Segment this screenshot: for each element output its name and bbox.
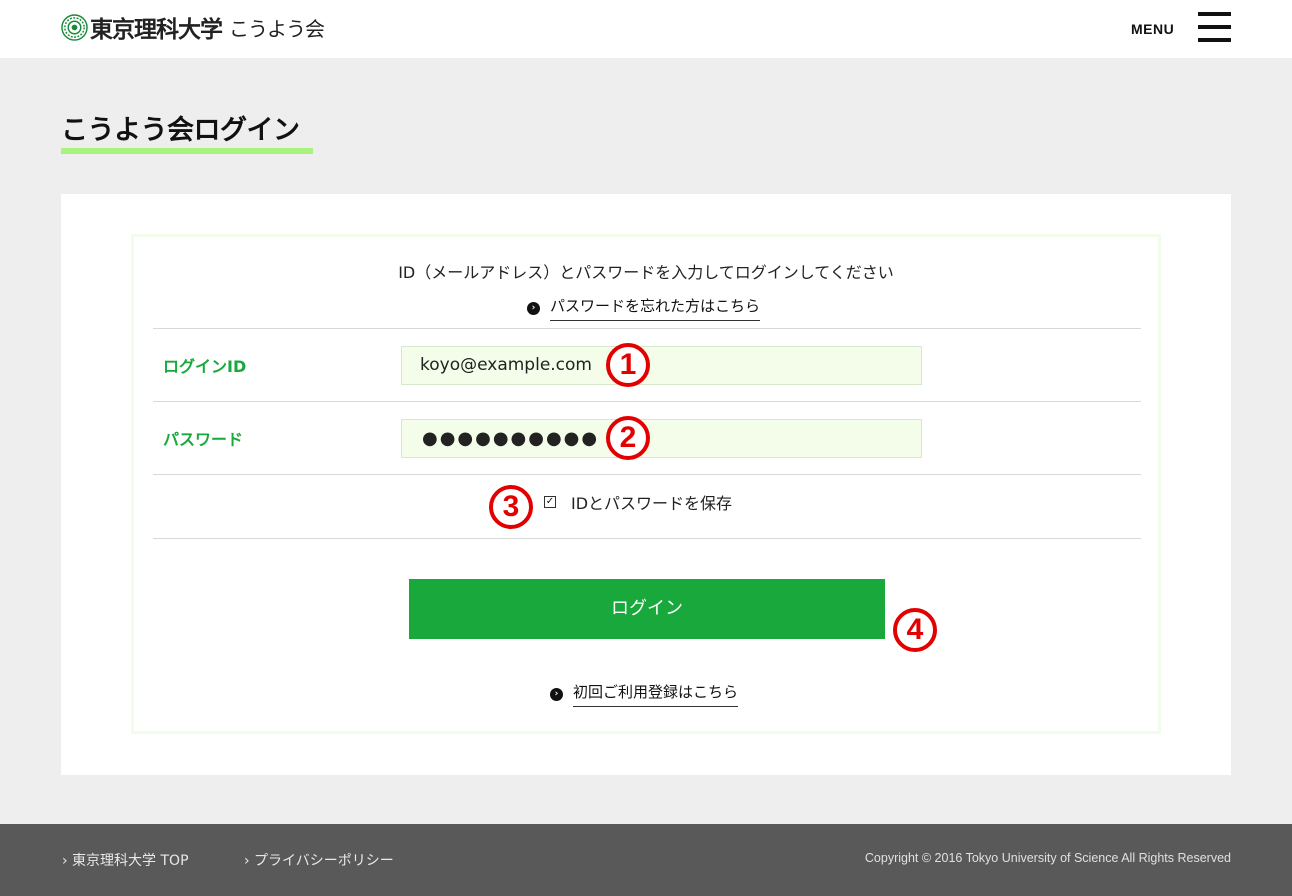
- login-form-frame: ID（メールアドレス）とパスワードを入力してログインしてください › パスワード…: [131, 234, 1161, 734]
- hamburger-icon[interactable]: [1198, 12, 1231, 42]
- login-button[interactable]: ログイン: [409, 579, 885, 639]
- menu-label[interactable]: MENU: [1131, 21, 1174, 37]
- password-label: パスワード: [163, 430, 244, 449]
- site-header: 東京理科大学 こうよう会 MENU: [0, 0, 1292, 58]
- footer-link-privacy-policy[interactable]: › プライバシーポリシー: [244, 850, 394, 870]
- register-link[interactable]: › 初回ご利用登録はこちら: [550, 681, 739, 707]
- copyright-text: Copyright © 2016 Tokyo University of Sci…: [864, 851, 1231, 865]
- site-logo[interactable]: 東京理科大学 こうよう会: [61, 10, 325, 44]
- save-credentials-option[interactable]: ✓ IDとパスワードを保存: [544, 490, 732, 514]
- footer-link-university-top[interactable]: › 東京理科大学 TOP: [62, 850, 189, 870]
- save-credentials-label: IDとパスワードを保存: [571, 494, 733, 513]
- divider: [153, 474, 1141, 475]
- hamburger-line: [1198, 25, 1231, 29]
- hamburger-line: [1198, 38, 1231, 42]
- divider: [153, 538, 1141, 539]
- login-instructions: ID（メールアドレス）とパスワードを入力してログインしてください: [398, 263, 894, 282]
- login-id-label: ログインID: [163, 357, 247, 376]
- logo-association-name: こうよう会: [229, 16, 325, 41]
- save-credentials-checkbox[interactable]: ✓: [544, 496, 556, 508]
- login-id-input[interactable]: koyo@example.com: [401, 346, 922, 385]
- divider: [153, 328, 1141, 329]
- logo-university-name: 東京理科大学: [90, 16, 223, 43]
- annotation-marker-2: 2: [606, 416, 650, 460]
- forgot-password-link[interactable]: › パスワードを忘れた方はこちら: [527, 295, 761, 321]
- divider: [153, 401, 1141, 402]
- circle-arrow-icon: ›: [550, 687, 563, 701]
- title-underline: [61, 148, 313, 154]
- university-emblem-icon: [61, 13, 88, 41]
- hamburger-line: [1198, 12, 1231, 16]
- login-card: ID（メールアドレス）とパスワードを入力してログインしてください › パスワード…: [61, 194, 1231, 775]
- annotation-marker-3: 3: [489, 485, 533, 529]
- annotation-marker-1: 1: [606, 343, 650, 387]
- site-footer: › 東京理科大学 TOP › プライバシーポリシー Copyright © 20…: [0, 824, 1292, 896]
- forgot-password-label: パスワードを忘れた方はこちら: [550, 295, 761, 321]
- register-label: 初回ご利用登録はこちら: [573, 681, 739, 707]
- annotation-marker-4: 4: [893, 608, 937, 652]
- circle-arrow-icon: ›: [527, 301, 540, 315]
- page-title: こうよう会ログイン: [61, 115, 300, 146]
- password-input[interactable]: ●●●●●●●●●●: [401, 419, 922, 458]
